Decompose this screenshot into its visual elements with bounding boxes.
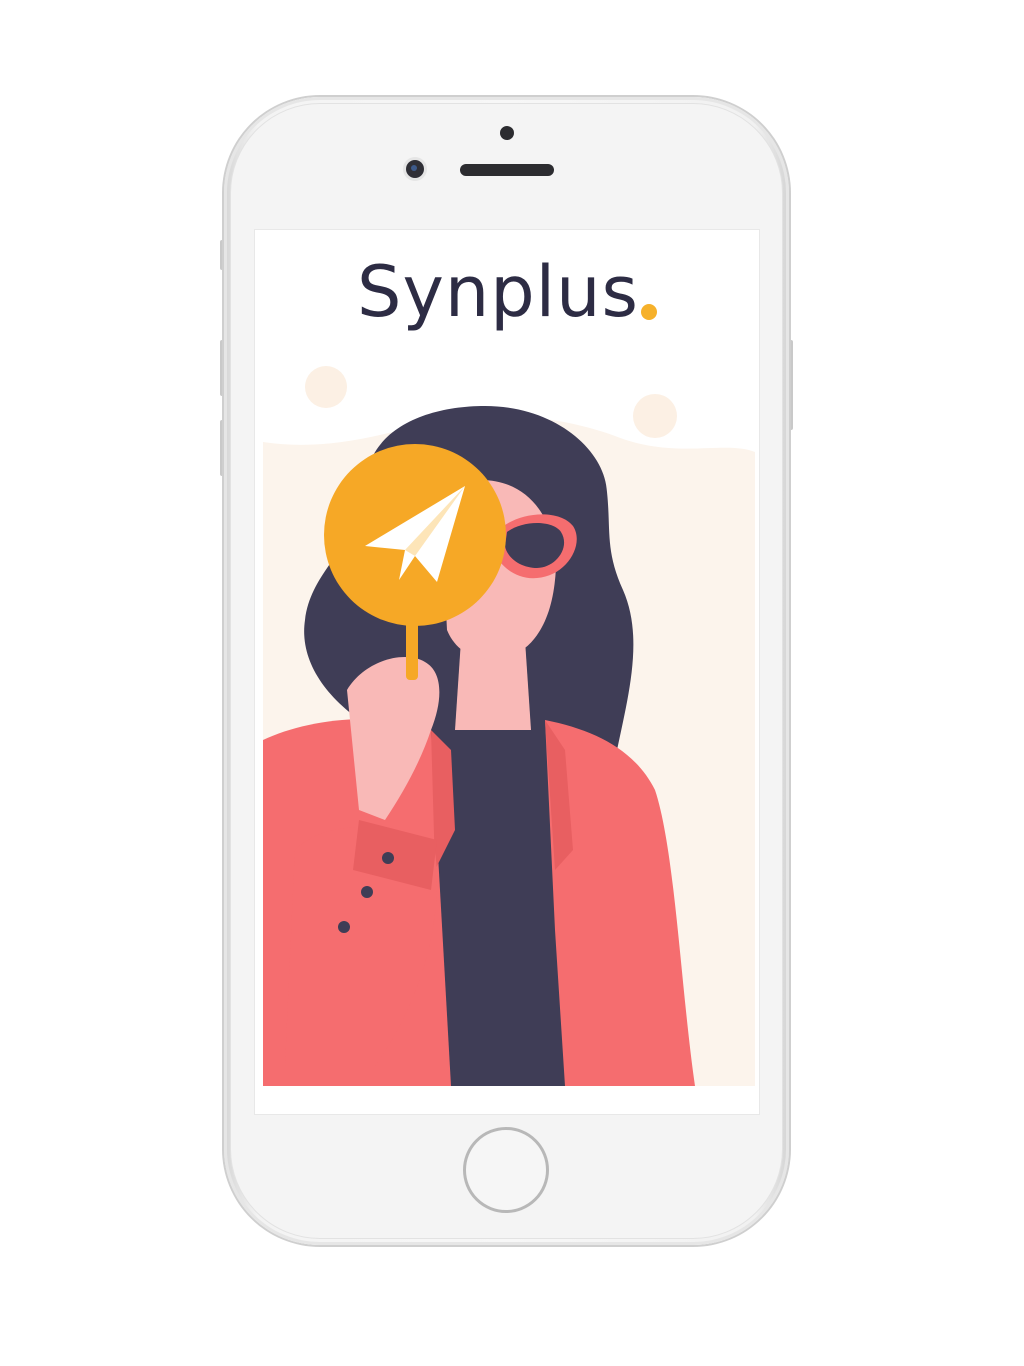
- earpiece-speaker: [460, 164, 554, 176]
- sleeve-button-3: [338, 921, 350, 933]
- sleeve-button-2: [361, 886, 373, 898]
- home-button[interactable]: [463, 1127, 549, 1213]
- brand-name: Synplus: [357, 251, 639, 333]
- device-stage: Synplus: [0, 0, 1024, 1366]
- decor-circle-right: [633, 394, 677, 438]
- hero-illustration: [263, 366, 755, 1086]
- decor-circle-left: [305, 366, 347, 408]
- proximity-sensor: [500, 126, 514, 140]
- front-camera-icon: [406, 160, 424, 178]
- brand-dot-icon: [640, 304, 657, 320]
- sleeve-button-1: [382, 852, 394, 864]
- brand-logo: Synplus: [255, 252, 759, 332]
- app-screen[interactable]: Synplus: [254, 229, 760, 1115]
